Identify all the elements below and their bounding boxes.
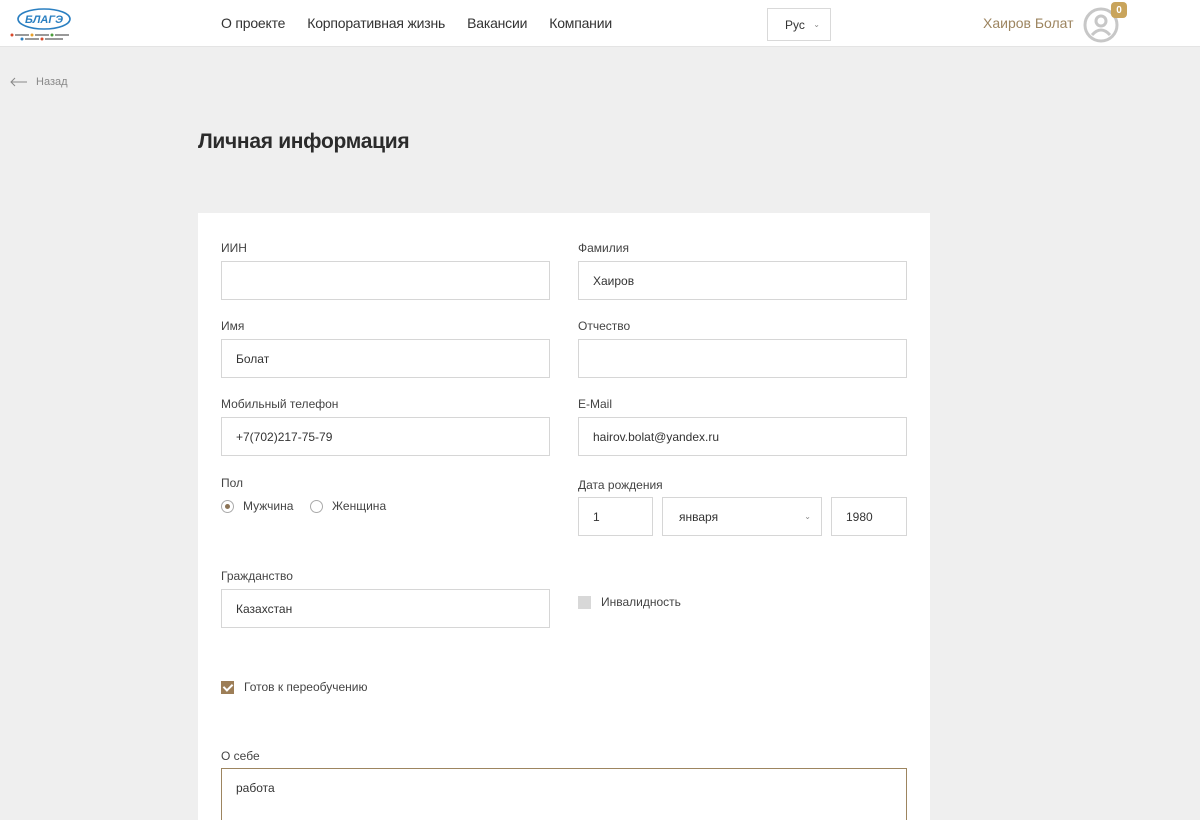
main-nav: О проекте Корпоративная жизнь Вакансии К… — [221, 15, 634, 31]
email-label: E-Mail — [578, 397, 613, 411]
phone-input[interactable]: +7(702)217-75-79 — [221, 417, 550, 456]
chevron-down-icon: ⌄ — [804, 512, 811, 521]
retraining-label: Готов к переобучению — [244, 680, 368, 694]
language-select[interactable]: Рус ⌄ — [767, 8, 831, 41]
language-value: Рус — [785, 17, 805, 32]
surname-input[interactable]: Хаиров — [578, 261, 907, 300]
nav-about[interactable]: О проекте — [221, 15, 285, 31]
iin-input[interactable] — [221, 261, 550, 300]
back-link[interactable]: Назад — [10, 76, 68, 88]
gender-label: Пол — [221, 476, 244, 490]
birth-day-input[interactable]: 1 — [578, 497, 653, 536]
nav-corporate-life[interactable]: Корпоративная жизнь — [307, 15, 445, 31]
gender-female-radio[interactable]: Женщина — [310, 499, 386, 513]
birth-month-select[interactable]: января ⌄ — [662, 497, 822, 536]
logo-icon: БЛАГЭ — [10, 8, 71, 41]
patronymic-input[interactable] — [578, 339, 907, 378]
name-label: Имя — [221, 319, 245, 333]
arrow-left-icon — [10, 77, 27, 87]
radio-checked-icon — [221, 499, 234, 513]
about-label: О себе — [221, 749, 260, 763]
top-header: БЛАГЭ О проекте Корпоративная жизнь Вака… — [0, 0, 1200, 47]
about-textarea[interactable]: работа — [221, 768, 907, 820]
citizenship-input[interactable]: Казахстан — [221, 589, 550, 628]
birth-year-input[interactable]: 1980 — [831, 497, 907, 536]
page-title: Личная информация — [198, 130, 410, 153]
user-name[interactable]: Хаиров Болат — [983, 15, 1074, 31]
patronymic-label: Отчество — [578, 319, 631, 333]
personal-info-form: ИИН Фамилия Хаиров Имя Болат Отчество Мо… — [198, 213, 930, 820]
name-input[interactable]: Болат — [221, 339, 550, 378]
gender-male-label: Мужчина — [243, 499, 294, 513]
checkbox-checked-icon — [221, 680, 234, 694]
email-input[interactable]: hairov.bolat@yandex.ru — [578, 417, 907, 456]
birth-month-value: января — [679, 509, 719, 524]
chevron-down-icon: ⌄ — [813, 20, 820, 29]
disability-checkbox[interactable]: Инвалидность — [578, 595, 681, 609]
iin-label: ИИН — [221, 241, 247, 255]
gender-male-radio[interactable]: Мужчина — [221, 499, 293, 513]
surname-label: Фамилия — [578, 241, 629, 255]
birthdate-label: Дата рождения — [578, 478, 663, 492]
disability-label: Инвалидность — [601, 595, 681, 609]
notification-badge[interactable]: 0 — [1111, 2, 1127, 18]
phone-label: Мобильный телефон — [221, 397, 339, 411]
gender-female-label: Женщина — [332, 499, 387, 513]
nav-companies[interactable]: Компании — [549, 15, 612, 31]
logo[interactable]: БЛАГЭ — [8, 6, 80, 42]
svg-text:БЛАГЭ: БЛАГЭ — [25, 14, 63, 26]
nav-vacancies[interactable]: Вакансии — [467, 15, 527, 31]
checkbox-unchecked-icon — [578, 595, 591, 609]
radio-unchecked-icon — [310, 499, 323, 513]
retraining-checkbox[interactable]: Готов к переобучению — [221, 680, 368, 694]
citizenship-label: Гражданство — [221, 569, 293, 583]
back-label: Назад — [36, 76, 68, 88]
